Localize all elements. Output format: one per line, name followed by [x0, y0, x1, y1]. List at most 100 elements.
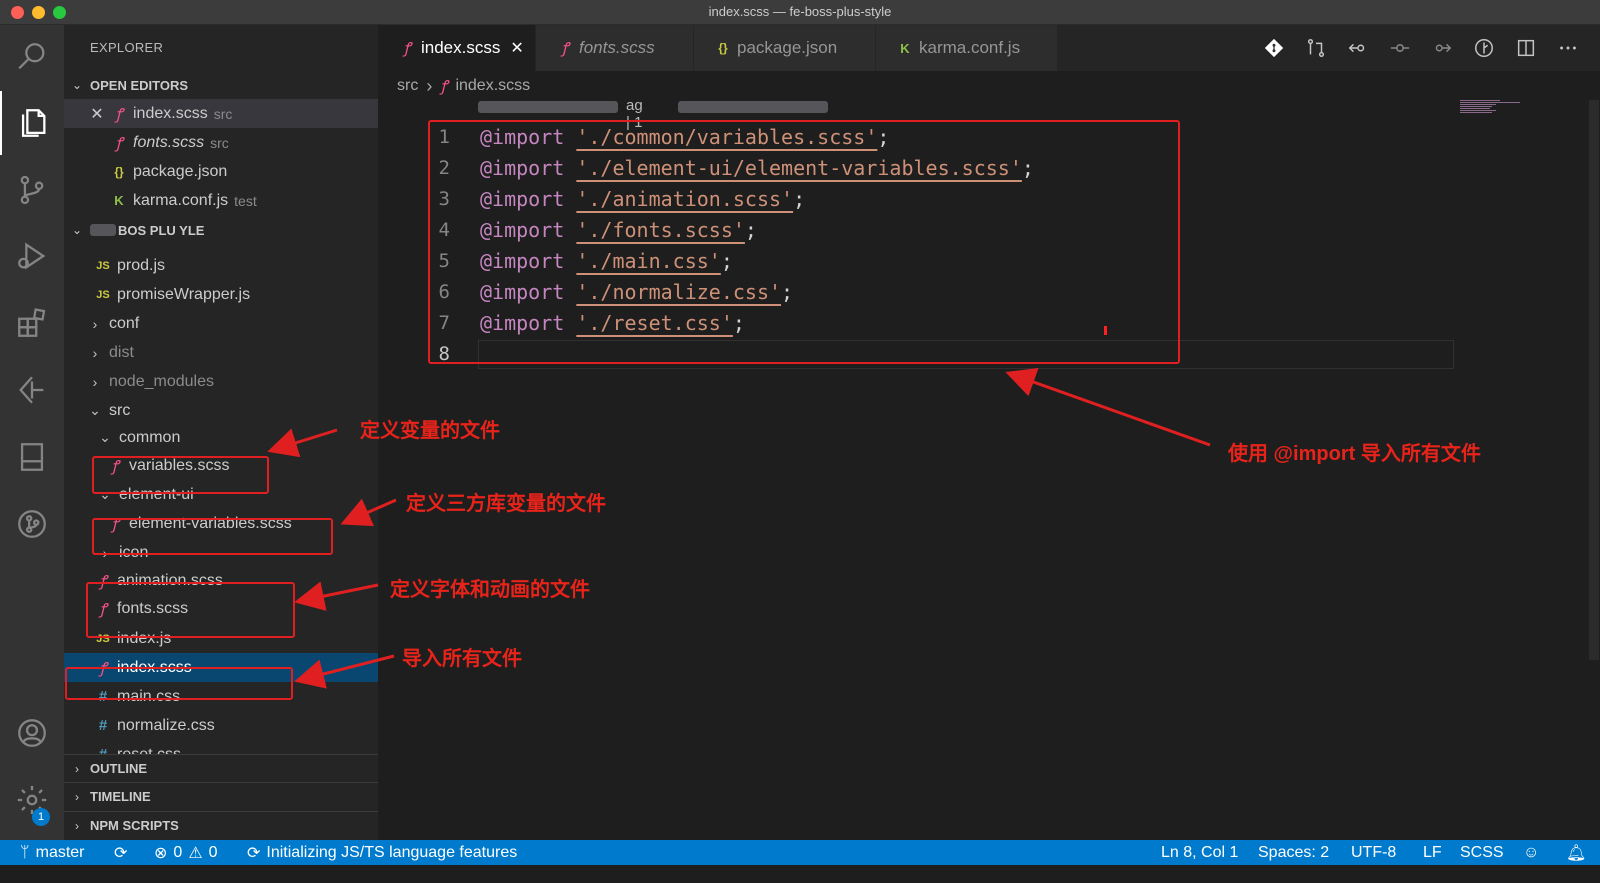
tree-folder-common[interactable]: ⌄ common	[64, 423, 378, 452]
close-tab-icon[interactable]: ✕	[510, 38, 523, 58]
sass-icon: ꝭ	[115, 133, 123, 152]
open-editor-item[interactable]: K karma.conf.js test	[64, 186, 378, 215]
notifications-bell-icon[interactable]: 🔔︎	[1566, 840, 1586, 865]
warning-icon: ⚠	[188, 844, 203, 862]
problems-status[interactable]: ⊗ 0 ⚠ 0	[154, 840, 218, 865]
sass-icon: ꝭ	[115, 104, 123, 123]
chevron-down-icon: ⌄	[89, 402, 101, 418]
tab-karma-conf-js[interactable]: K karma.conf.js	[876, 25, 1058, 71]
feedback-icon[interactable]: ☺	[1523, 840, 1539, 865]
tree-folder-dist[interactable]: › dist	[64, 338, 378, 367]
sync-icon[interactable]: ⟳	[114, 840, 127, 865]
more-actions-icon[interactable]	[1556, 36, 1580, 60]
annotation-label-import-all: 导入所有文件	[402, 648, 522, 670]
project-folder-header[interactable]: ⌄ BOS PLU YLE	[64, 216, 378, 244]
open-editor-item[interactable]: ✕ ꝭ index.scss src	[64, 99, 378, 128]
chevron-right-icon: ›	[75, 789, 79, 804]
tree-folder-src[interactable]: ⌄ src	[64, 396, 378, 425]
json-icon: {}	[114, 164, 124, 179]
commit-icon[interactable]	[1388, 36, 1412, 60]
eol-status[interactable]: LF	[1423, 840, 1442, 865]
open-editors-header[interactable]: ⌄ OPEN EDITORS	[64, 71, 378, 99]
breadcrumb-src[interactable]: src	[397, 77, 418, 95]
activity-bar: 1	[0, 25, 64, 858]
bookmarks-icon[interactable]	[0, 425, 64, 489]
annotation-box-element-variables	[92, 518, 333, 555]
tree-item-promisewrapper-js[interactable]: JS promiseWrapper.js	[64, 280, 378, 309]
settings-gear-icon[interactable]: 1	[0, 768, 64, 832]
tab-fonts-scss[interactable]: ꝭ fonts.scss	[536, 25, 694, 71]
split-editor-icon[interactable]	[1514, 36, 1538, 60]
chevron-right-icon: ›	[92, 344, 98, 361]
blurred-region	[90, 224, 116, 236]
annotation-label-third-party: 定义三方库变量的文件	[406, 493, 606, 515]
indentation-status[interactable]: Spaces: 2	[1258, 840, 1329, 865]
language-mode[interactable]: SCSS	[1460, 840, 1504, 865]
minimap[interactable]	[1458, 100, 1560, 120]
chevron-right-icon: ›	[92, 373, 98, 390]
vertical-scrollbar[interactable]	[1586, 100, 1600, 660]
npm-scripts-section-header[interactable]: › NPM SCRIPTS	[64, 811, 378, 839]
js-icon: JS	[96, 288, 110, 301]
git-icon[interactable]	[1262, 36, 1286, 60]
language-server-status[interactable]: ⟳ Initializing JS/TS language features	[247, 840, 517, 865]
outline-section-header[interactable]: › OUTLINE	[64, 754, 378, 782]
tree-folder-conf[interactable]: › conf	[64, 309, 378, 338]
open-editor-item[interactable]: {} package.json	[64, 157, 378, 186]
cursor-position[interactable]: Ln 8, Col 1	[1161, 840, 1238, 865]
editor-tabs: ꝭ index.scss ✕ ꝭ fonts.scss {} package.j…	[378, 25, 1600, 71]
source-control-icon[interactable]	[0, 158, 64, 222]
close-icon[interactable]: ✕	[86, 104, 108, 124]
explorer-sidebar: EXPLORER ⌄ OPEN EDITORS ✕ ꝭ index.scss s…	[64, 25, 378, 858]
chevron-right-icon: ›	[92, 315, 98, 332]
breadcrumb-file[interactable]: index.scss	[455, 77, 530, 95]
git-branch-icon: ᛘ	[20, 843, 30, 861]
annotation-box-code	[428, 120, 1180, 364]
search-icon[interactable]	[0, 25, 64, 89]
window-title: index.scss — fe-boss-plus-style	[708, 4, 892, 19]
tree-folder-node-modules[interactable]: › node_modules	[64, 367, 378, 396]
tree-item-normalize-css[interactable]: # normalize.css	[64, 711, 378, 740]
loading-icon: ⟳	[247, 844, 261, 862]
tab-package-json[interactable]: {} package.json	[694, 25, 876, 71]
explorer-icon[interactable]	[0, 91, 64, 155]
chevron-down-icon: ⌄	[99, 429, 111, 445]
annotation-box-index	[65, 667, 293, 700]
breadcrumb: src › ꝭ index.scss	[397, 74, 530, 98]
annotation-box-variables	[92, 456, 269, 494]
extensions-icon[interactable]	[0, 291, 64, 355]
account-icon[interactable]	[0, 701, 64, 765]
annotation-label-use-import: 使用 @import 导入所有文件	[1228, 443, 1481, 465]
karma-icon: K	[114, 193, 124, 208]
scrollbar-thumb[interactable]	[1589, 100, 1599, 660]
open-changes-icon[interactable]	[1304, 36, 1328, 60]
remote-explorer-icon[interactable]	[0, 358, 64, 422]
next-change-icon[interactable]	[1430, 36, 1454, 60]
tree-item-reset-css[interactable]: # reset.css	[64, 740, 378, 755]
chevron-down-icon: ⌄	[71, 223, 83, 237]
tree-item-prod-js[interactable]: JS prod.js	[64, 251, 378, 280]
annotation-box-fonts-animation	[86, 582, 295, 638]
git-graph-icon[interactable]	[0, 492, 64, 556]
run-debug-icon[interactable]	[0, 224, 64, 288]
previous-change-icon[interactable]	[1346, 36, 1370, 60]
timeline-icon[interactable]	[1472, 36, 1496, 60]
chevron-right-icon: ›	[426, 75, 433, 96]
annotation-label-fonts-anim: 定义字体和动画的文件	[390, 579, 590, 601]
sass-icon: ꝭ	[561, 39, 569, 57]
timeline-section-header[interactable]: › TIMELINE	[64, 782, 378, 810]
js-icon: JS	[96, 259, 110, 272]
status-bar: ᛘ master ⟳ ⊗ 0 ⚠ 0 ⟳ Initializing JS/TS …	[0, 840, 1600, 865]
tab-index-scss[interactable]: ꝭ index.scss ✕	[378, 25, 536, 71]
open-editor-item[interactable]: ꝭ fonts.scss src	[64, 128, 378, 157]
css-hash-icon: #	[98, 717, 108, 734]
editor-actions	[1262, 25, 1580, 71]
karma-icon: K	[900, 40, 910, 56]
sass-icon: ꝭ	[403, 39, 411, 57]
encoding-status[interactable]: UTF-8	[1351, 840, 1396, 865]
json-icon: {}	[718, 41, 728, 55]
chevron-right-icon: ›	[75, 761, 79, 776]
branch-status[interactable]: ᛘ master	[20, 840, 85, 865]
settings-badge: 1	[32, 808, 50, 826]
chevron-down-icon: ⌄	[71, 78, 83, 92]
